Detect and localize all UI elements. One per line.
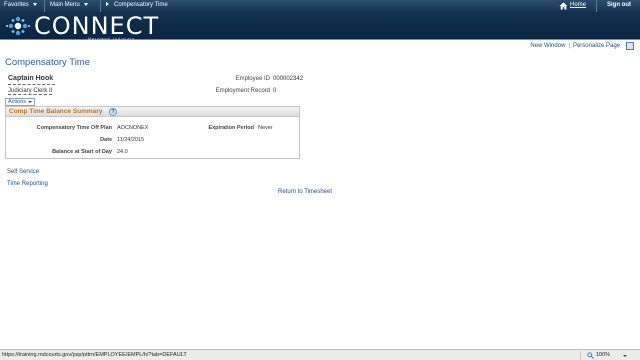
employment-record-value: 0 [273, 88, 277, 94]
expiration-label: Expiration Period [208, 125, 254, 131]
actions-label: Actions [8, 99, 27, 105]
connect-logo-icon [6, 16, 30, 36]
employee-id-value: 000002342 [273, 76, 304, 82]
return-to-timesheet-link[interactable]: Return to Timesheet [278, 189, 332, 195]
actions-menu-button[interactable]: Actions [5, 98, 36, 106]
app-window: Favorites Main Menu Compensatory Time Ho… [0, 0, 640, 360]
date-value: 11/24/2015 [117, 137, 145, 143]
chevron-down-icon [32, 2, 37, 6]
top-nav-bar: Favorites Main Menu Compensatory Time Ho… [0, 0, 640, 12]
panel-header: Comp Time Balance Summary ? [6, 107, 299, 117]
plan-label: Compensatory Time Off Plan [36, 125, 112, 131]
header-banner: CONNECT Maryland Judiciary [0, 12, 640, 41]
divider [8, 84, 55, 85]
breadcrumb-current: Compensatory Time [114, 2, 168, 8]
chevron-right-icon [106, 2, 109, 7]
new-window-link[interactable]: New Window [530, 43, 565, 49]
plan-value: AOCNONEX [117, 125, 149, 131]
employment-record-label: Employment Record [215, 88, 270, 94]
toolbar-separator: | [568, 43, 570, 49]
personalize-icon[interactable] [626, 42, 634, 50]
home-link[interactable]: Home [570, 2, 586, 8]
personalize-page-link[interactable]: Personalize Page [573, 43, 620, 49]
favorites-label: Favorites [4, 2, 29, 8]
chevron-down-icon [83, 2, 88, 6]
employee-id-label: Employee ID [235, 76, 270, 82]
browser-status-bar: https://training.mdcourts.gov/psp/pttrn/… [0, 349, 640, 360]
self-service-link[interactable]: Self Service [7, 169, 39, 175]
chevron-down-icon[interactable] [623, 355, 627, 357]
balance-value: 24.0 [117, 149, 128, 155]
page-title: Compensatory Time [5, 57, 91, 68]
brand-subtitle: Maryland Judiciary [88, 37, 136, 41]
nav-divider [596, 0, 597, 12]
divider [580, 351, 581, 360]
main-menu-label: Main Menu [50, 2, 80, 8]
breadcrumb[interactable]: Compensatory Time [106, 2, 168, 8]
help-icon[interactable]: ? [109, 108, 117, 116]
balance-label: Balance at Start of Day [52, 149, 112, 155]
comp-time-summary-panel: Comp Time Balance Summary ? Compensatory… [5, 106, 300, 159]
brand-name: CONNECT [34, 12, 160, 40]
main-menu[interactable]: Main Menu [50, 2, 88, 8]
employee-name: Captain Hook [8, 75, 54, 82]
favorites-menu[interactable]: Favorites [4, 2, 37, 8]
page-toolbar: New Window | Personalize Page [530, 43, 620, 49]
status-url: https://training.mdcourts.gov/psp/pttrn/… [2, 352, 187, 358]
zoom-icon [587, 352, 594, 359]
home-icon[interactable] [559, 2, 568, 10]
zoom-level[interactable]: 100% [596, 352, 610, 358]
nav-divider [44, 0, 45, 12]
panel-title: Comp Time Balance Summary [9, 108, 103, 115]
job-title: Judiciary Clerk II [8, 88, 53, 95]
time-reporting-link[interactable]: Time Reporting [7, 181, 48, 187]
nav-divider [100, 0, 101, 12]
chevron-down-icon [28, 100, 33, 103]
sign-out-link[interactable]: Sign out [607, 2, 631, 8]
expiration-value: Never [258, 125, 273, 131]
date-label: Date [100, 137, 112, 143]
